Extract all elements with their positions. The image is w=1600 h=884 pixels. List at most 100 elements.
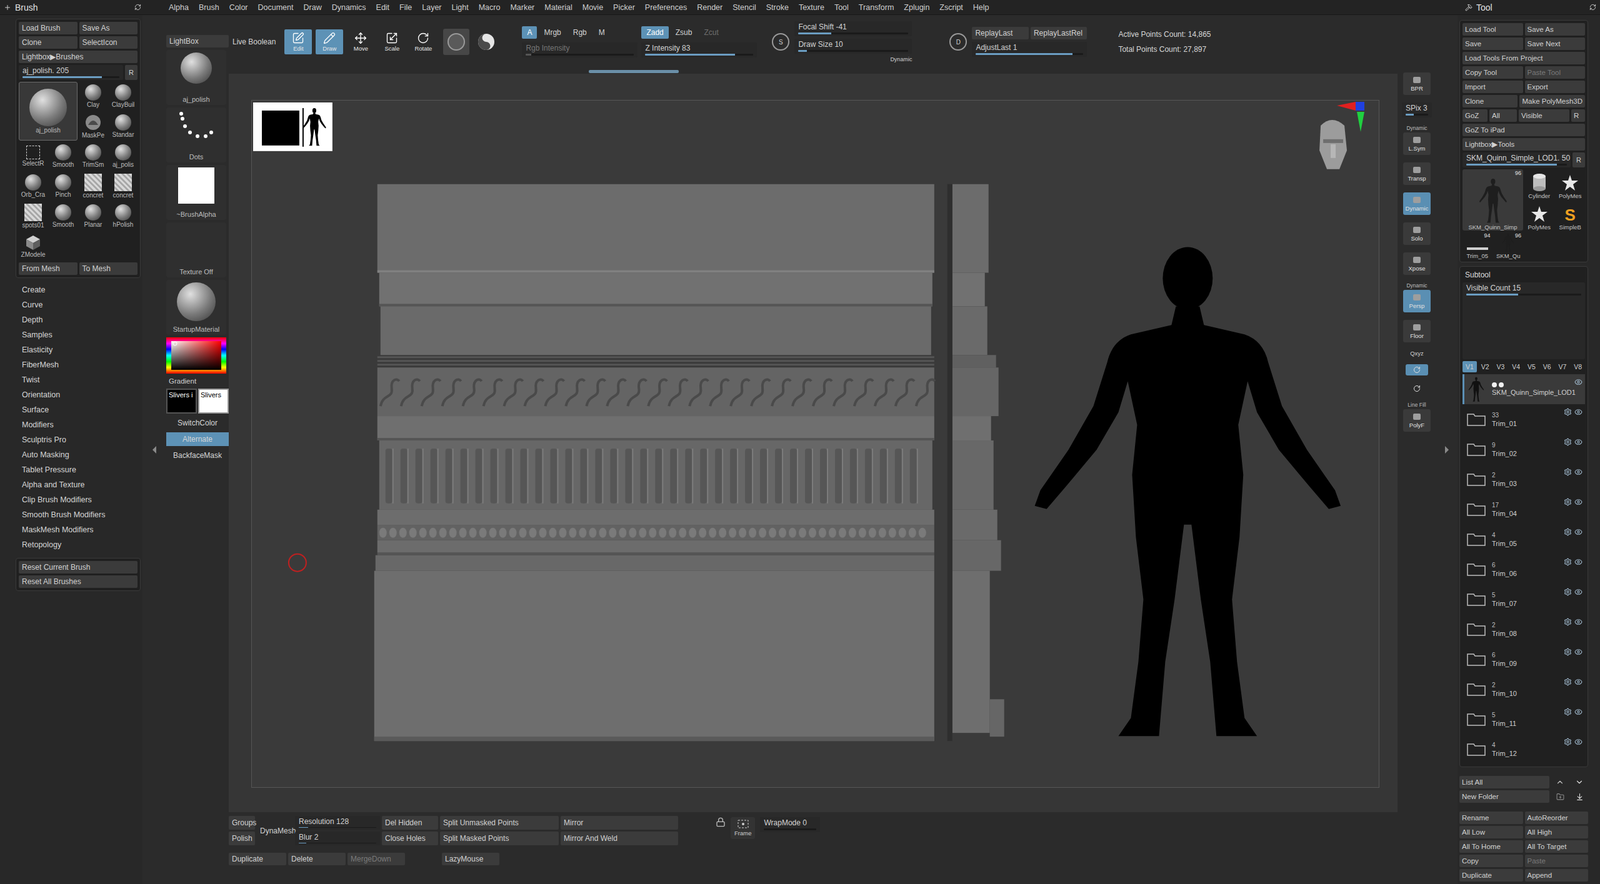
subtool-row[interactable]: 4Trim_05 — [1462, 524, 1585, 555]
dots-thumb[interactable]: Dots — [166, 107, 227, 163]
submenu-item[interactable]: Curve — [15, 298, 141, 314]
shelf-button[interactable]: Solo — [1403, 222, 1431, 245]
tool-thumb[interactable]: SSimpleB — [1555, 200, 1586, 231]
stroke-slider-track[interactable] — [798, 32, 909, 35]
version-button[interactable]: V5 — [1524, 361, 1539, 373]
reset-button[interactable]: R — [1572, 152, 1585, 168]
submenu-item[interactable]: Depth — [15, 313, 141, 329]
menu-item[interactable]: Stroke — [766, 3, 789, 12]
menu-item[interactable]: Brush — [198, 3, 220, 12]
subtool-row[interactable]: 5Trim_11 — [1462, 704, 1585, 735]
menu-item[interactable]: Draw — [303, 3, 322, 12]
brush-button[interactable]: Save As — [79, 21, 139, 35]
mode-button[interactable]: Scale — [378, 29, 406, 55]
submenu-item[interactable]: Retopology — [15, 538, 141, 554]
tool-button[interactable]: Save — [1462, 37, 1524, 50]
reset-brush-button[interactable]: Reset Current Brush — [18, 561, 138, 574]
shelf-button[interactable]: Dynamic — [1403, 192, 1431, 215]
submenu-item[interactable]: Twist — [15, 373, 141, 389]
version-button[interactable]: V3 — [1493, 361, 1509, 373]
brush-item[interactable]: Smooth — [48, 141, 78, 171]
tool-thumb[interactable]: 94Trim_05 — [1462, 231, 1493, 260]
submenu-item[interactable]: MaskMesh Modifiers — [15, 523, 141, 539]
menu-item[interactable]: Light — [451, 3, 469, 12]
groups-button[interactable]: Groups — [228, 816, 255, 830]
action-button[interactable]: LazyMouse — [441, 853, 500, 866]
tool-slider[interactable]: SKM_Quinn_Simple_LOD1. 50 — [1462, 152, 1571, 168]
subtool-row[interactable]: 17Trim_04 — [1462, 494, 1585, 525]
submenu-item[interactable]: Tablet Pressure — [15, 463, 141, 479]
goz-button[interactable]: Visible — [1518, 109, 1570, 122]
color-picker[interactable] — [166, 337, 227, 374]
brush-item[interactable]: concret — [78, 171, 108, 201]
menu-item[interactable]: File — [399, 3, 412, 12]
menu-item[interactable]: Marker — [510, 3, 535, 12]
menu-item[interactable]: Preferences — [645, 3, 687, 12]
tool-thumb[interactable]: Cylinder — [1524, 169, 1555, 200]
tool-button[interactable]: Load Tools From Project — [1462, 51, 1585, 65]
wrapmode-slider[interactable]: WrapMode 0 — [760, 817, 820, 833]
side-toggle[interactable]: SwitchColor — [166, 416, 229, 430]
color-swatch[interactable]: Slivers i — [166, 388, 197, 414]
color-mode-button[interactable]: Rgb — [568, 26, 592, 39]
tool-button[interactable]: Save As — [1525, 23, 1586, 36]
mesh-button[interactable]: From Mesh — [18, 262, 78, 275]
spix-slider-track[interactable] — [1405, 113, 1429, 116]
visible-count-slider[interactable]: Visible Count 15 — [1462, 282, 1585, 360]
mode-button[interactable]: Rotate — [409, 29, 437, 55]
axis-toggle[interactable] — [1405, 383, 1429, 395]
tool-thumb[interactable]: PolyMes — [1524, 200, 1555, 231]
shelf-button[interactable]: PolyF — [1403, 409, 1431, 432]
axis-toggle[interactable] — [1405, 364, 1429, 376]
mode-button[interactable]: Edit — [284, 29, 312, 55]
geometry-button[interactable]: Close Holes — [381, 831, 439, 846]
submenu-item[interactable]: Modifiers — [15, 418, 141, 434]
brush-item[interactable]: concret — [108, 171, 138, 201]
geometry-button[interactable]: Split Masked Points — [440, 831, 559, 846]
side-toggle[interactable]: Alternate — [166, 432, 229, 447]
subtool-action-button[interactable]: Duplicate — [1459, 869, 1524, 882]
subtool-row[interactable]: 5Trim_07 — [1462, 584, 1585, 615]
subtool-row[interactable]: 2Trim_03 — [1462, 464, 1585, 495]
tool-button[interactable]: Export — [1525, 80, 1586, 94]
subtool-action-button[interactable]: Copy — [1459, 855, 1524, 868]
shelf-button[interactable]: Xpose — [1403, 252, 1431, 275]
submenu-item[interactable]: Create — [15, 283, 141, 299]
brush-button[interactable]: Load Brush — [18, 21, 78, 35]
tool-slider-track[interactable] — [1466, 163, 1567, 166]
shelf-button[interactable]: Persp — [1403, 290, 1431, 313]
brush-item[interactable]: aj_polis — [108, 141, 138, 171]
menu-item[interactable]: Zplugin — [903, 3, 930, 12]
subtool-action-button[interactable]: Append — [1525, 869, 1589, 882]
tool-thumb[interactable]: 96SKM_Quinn_Simp — [1462, 169, 1524, 231]
visible-count-slider-track[interactable] — [1466, 293, 1582, 296]
version-button[interactable]: V1 — [1462, 361, 1477, 373]
new-folder-button[interactable]: New Folder — [1459, 790, 1550, 804]
tool-button[interactable]: Import — [1462, 80, 1524, 94]
menu-item[interactable]: Edit — [376, 3, 390, 12]
brush-item[interactable]: Standar — [108, 111, 138, 141]
tool-button[interactable]: Load Tool — [1462, 23, 1524, 36]
adjust-last-slider-track[interactable] — [975, 53, 1084, 55]
brush-item[interactable]: Pinch — [48, 171, 78, 201]
geometry-button[interactable]: Mirror — [560, 816, 679, 830]
brush-item[interactable]: Clay — [78, 81, 108, 111]
menu-item[interactable]: Transform — [858, 3, 895, 12]
stroke-slider[interactable]: Draw Size 10 — [794, 38, 912, 54]
goz-button[interactable]: R — [1571, 109, 1585, 122]
brush-item[interactable]: hPolish — [108, 201, 138, 231]
material-thumb[interactable]: StartupMaterial — [166, 280, 227, 335]
subtool-row[interactable]: 6Trim_09 — [1462, 644, 1585, 675]
subtool-row[interactable]: SKM_Quinn_Simple_LOD1 — [1462, 374, 1585, 405]
folder-add-button[interactable] — [1551, 790, 1569, 804]
blur-slider[interactable]: Blur 2 — [295, 831, 380, 846]
submenu-item[interactable]: Clip Brush Modifiers — [15, 493, 141, 509]
reset-brush-button[interactable]: Reset All Brushes — [18, 575, 138, 589]
z-mode-button[interactable]: Zcut — [698, 26, 724, 39]
menu-item[interactable]: Texture — [798, 3, 825, 12]
mesh-button[interactable]: To Mesh — [79, 262, 139, 275]
scroll-thumb[interactable] — [588, 70, 679, 74]
frame-button[interactable]: Frame — [730, 817, 755, 840]
reset-button[interactable]: R — [125, 65, 138, 80]
z-mode-button[interactable]: Zsub — [670, 26, 698, 39]
